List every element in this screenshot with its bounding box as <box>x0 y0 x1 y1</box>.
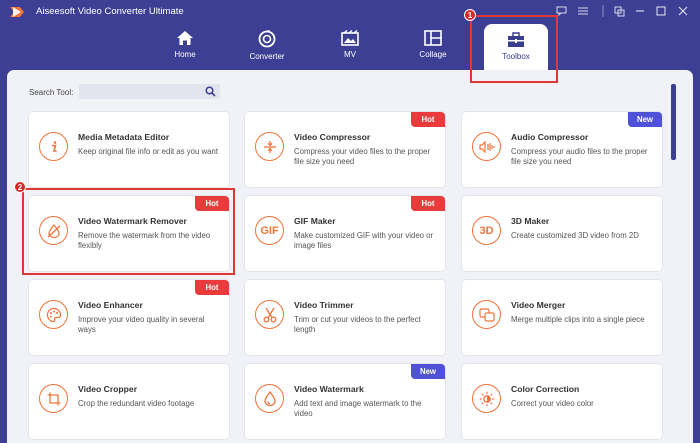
toolbox-panel: Search Tool: Media Metadata Editor Keep … <box>7 70 693 443</box>
gif-icon: GIF <box>255 216 284 245</box>
tool-card-audio-compressor[interactable]: New Audio Compressor Compress your audio… <box>462 112 662 187</box>
tool-card-video-compressor[interactable]: Hot Video Compressor Compress your video… <box>245 112 445 187</box>
card-title: GIF Maker <box>294 216 336 226</box>
tab-converter-label: Converter <box>249 52 285 61</box>
menu-icon[interactable] <box>576 4 590 18</box>
hot-badge: Hot <box>195 196 229 211</box>
collage-icon <box>424 30 442 46</box>
title-bar: Aiseesoft Video Converter Ultimate <box>0 0 700 24</box>
toolbox-icon <box>508 32 524 47</box>
droplet-icon <box>255 384 284 413</box>
merge-icon <box>472 300 501 329</box>
mini-player-icon[interactable] <box>612 4 626 18</box>
card-description: Trim or cut your videos to the perfect l… <box>294 315 421 334</box>
step-marker-2: 2 <box>14 181 26 193</box>
tool-card-video-enhancer[interactable]: Hot Video Enhancer Improve your video qu… <box>29 280 229 355</box>
tool-card-video-cropper[interactable]: Video Cropper Crop the redundant video f… <box>29 364 229 439</box>
compress-icon <box>255 132 284 161</box>
card-description: Remove the watermark from the video flex… <box>78 231 211 250</box>
scrollbar[interactable] <box>671 84 676 434</box>
app-title: Aiseesoft Video Converter Ultimate <box>36 6 184 17</box>
card-description: Improve your video quality in several wa… <box>78 315 205 334</box>
scrollbar-thumb[interactable] <box>671 84 676 160</box>
sun-icon <box>472 384 501 413</box>
maximize-icon[interactable] <box>654 4 668 18</box>
3d-icon: 3D <box>472 216 501 245</box>
home-icon <box>177 31 193 45</box>
tab-mv-label: MV <box>344 50 356 59</box>
search-icon[interactable] <box>205 86 216 97</box>
card-title: Video Enhancer <box>78 300 143 310</box>
step-marker-1: 1 <box>464 9 476 21</box>
tab-mv[interactable]: MV <box>315 28 385 68</box>
tool-card-3d-maker[interactable]: 3D 3D Maker Create customized 3D video f… <box>462 196 662 271</box>
card-description: Compress your video files to the proper … <box>294 147 431 166</box>
crop-icon <box>39 384 68 413</box>
tab-toolbox-label: Toolbox <box>502 52 530 61</box>
card-title: Video Watermark Remover <box>78 216 187 226</box>
separator <box>596 4 610 18</box>
app-logo-icon <box>10 7 24 17</box>
card-description: Crop the redundant video footage <box>78 399 195 408</box>
mv-icon <box>341 30 359 46</box>
tool-card-video-trimmer[interactable]: Video Trimmer Trim or cut your videos to… <box>245 280 445 355</box>
tab-home-label: Home <box>174 50 196 59</box>
card-description: Correct your video color <box>511 399 594 408</box>
tool-card-video-watermark-remover[interactable]: Hot Video Watermark Remover Remove the w… <box>29 196 229 271</box>
card-description: Add text and image watermark to the vide… <box>294 399 422 418</box>
card-title: Color Correction <box>511 384 580 394</box>
tab-toolbox[interactable]: Toolbox <box>484 24 548 72</box>
tool-card-video-watermark[interactable]: New Video Watermark Add text and image w… <box>245 364 445 439</box>
main-nav: Home Converter MV Collage Toolbox <box>0 24 700 72</box>
card-description: Create customized 3D video from 2D <box>511 231 639 240</box>
card-title: Video Compressor <box>294 132 371 142</box>
tool-card-video-merger[interactable]: Video Merger Merge multiple clips into a… <box>462 280 662 355</box>
tab-converter[interactable]: Converter <box>232 28 302 68</box>
card-description: Keep original file info or edit as you w… <box>78 147 218 156</box>
card-description: Compress your audio files to the proper … <box>511 147 648 166</box>
watermark-remove-icon <box>39 216 68 245</box>
palette-icon <box>39 300 68 329</box>
card-title: Video Watermark <box>294 384 364 394</box>
card-title: Video Trimmer <box>294 300 354 310</box>
new-badge: New <box>628 112 662 127</box>
tab-collage-label: Collage <box>419 50 447 59</box>
card-description: Merge multiple clips into a single piece <box>511 315 645 324</box>
feedback-icon[interactable] <box>554 4 568 18</box>
tool-card-media-metadata-editor[interactable]: Media Metadata Editor Keep original file… <box>29 112 229 187</box>
hot-badge: Hot <box>411 196 445 211</box>
card-title: Audio Compressor <box>511 132 589 142</box>
scissors-icon <box>255 300 284 329</box>
tool-card-gif-maker[interactable]: Hot GIF GIF Maker Make customized GIF wi… <box>245 196 445 271</box>
search-input[interactable] <box>79 84 220 99</box>
card-title: 3D Maker <box>511 216 550 226</box>
close-icon[interactable] <box>676 4 690 18</box>
tab-collage[interactable]: Collage <box>398 28 468 68</box>
card-title: Video Merger <box>511 300 566 310</box>
hot-badge: Hot <box>411 112 445 127</box>
card-title: Video Cropper <box>78 384 138 394</box>
tab-home[interactable]: Home <box>150 28 220 68</box>
card-title: Media Metadata Editor <box>78 132 170 142</box>
hot-badge: Hot <box>195 280 229 295</box>
search-label: Search Tool: <box>29 88 74 97</box>
converter-icon <box>258 30 276 48</box>
tool-card-color-correction[interactable]: Color Correction Correct your video colo… <box>462 364 662 439</box>
minimize-icon[interactable] <box>633 4 647 18</box>
card-description: Make customized GIF with your video or i… <box>294 231 434 250</box>
audio-compress-icon <box>472 132 501 161</box>
new-badge: New <box>411 364 445 379</box>
info-icon <box>39 132 68 161</box>
